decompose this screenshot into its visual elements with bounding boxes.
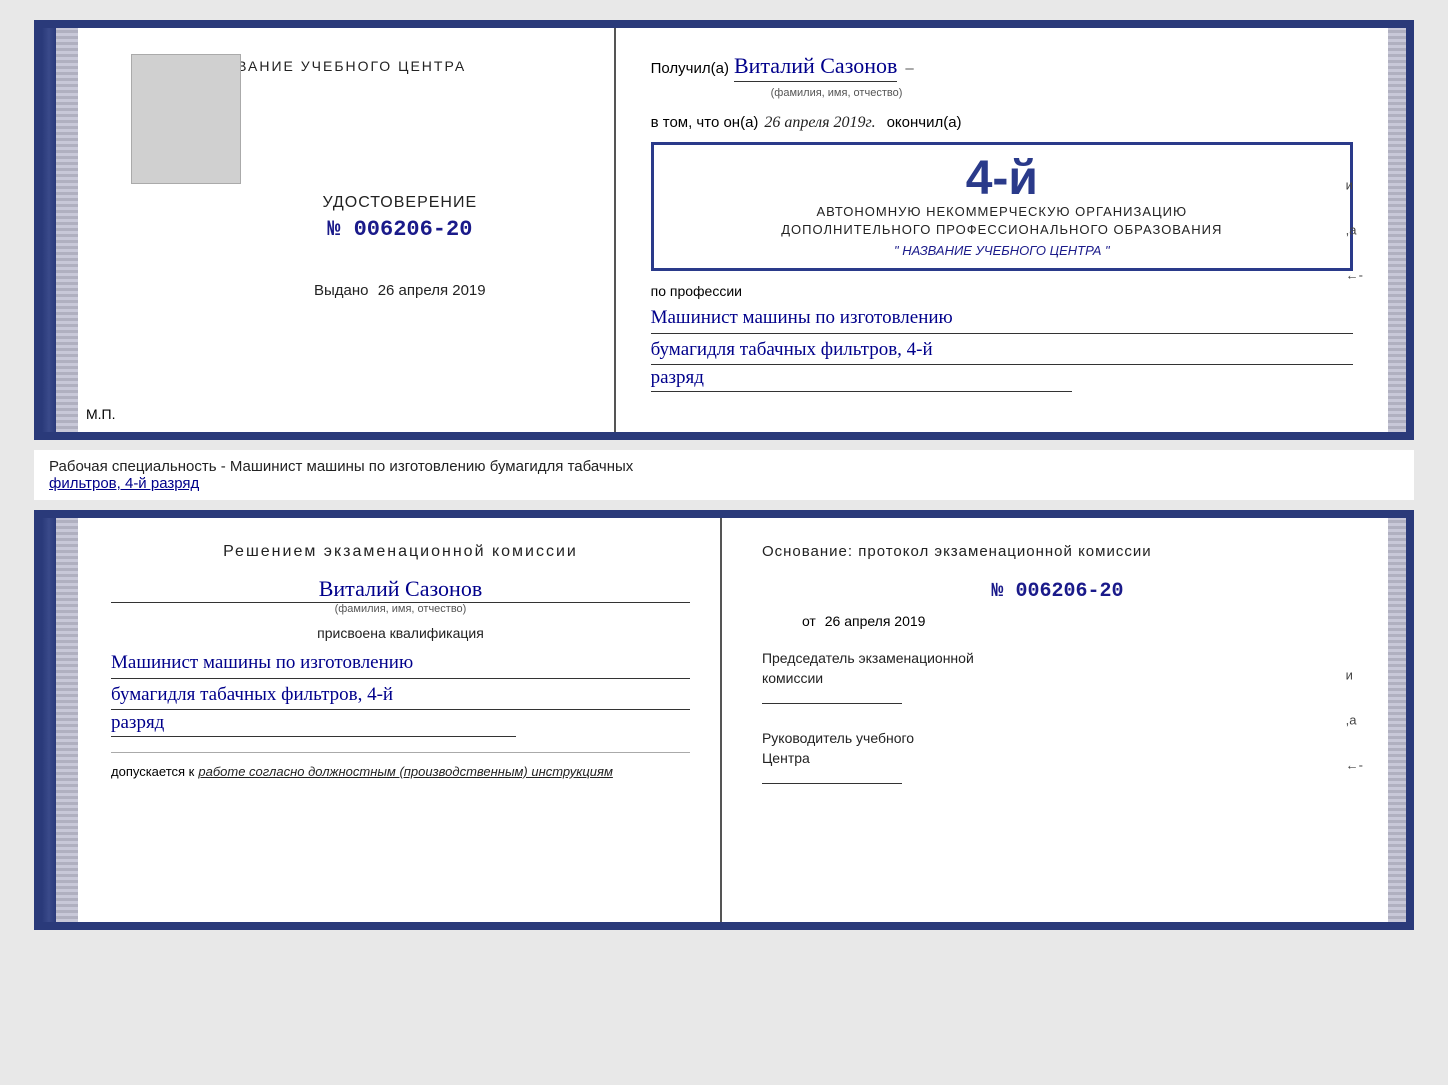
- resheniyem-title: Решением экзаменационной комиссии: [111, 543, 690, 561]
- predsedatel-line1: Председатель экзаменационной: [762, 650, 974, 666]
- predsedatel-label: Председатель экзаменационной комиссии: [762, 649, 1353, 704]
- bottom-right-panel: Основание: протокол экзаменационной коми…: [722, 518, 1388, 922]
- top-cert-outer-right-strip: [1388, 28, 1406, 432]
- stamp-number: 4-й: [669, 155, 1335, 203]
- cert-left-panel: НАЗВАНИЕ УЧЕБНОГО ЦЕНТРА УДОСТОВЕРЕНИЕ №…: [56, 28, 616, 432]
- po-professii: по профессии: [651, 283, 1353, 299]
- cert-spine-left: [42, 28, 56, 432]
- fio-label-top: (фамилия, имя, отчество): [771, 87, 1353, 99]
- rukovoditel-line1: Руководитель учебного: [762, 730, 914, 746]
- side-label-arrow-bottom: ←-: [1346, 758, 1363, 773]
- top-certificate: НАЗВАНИЕ УЧЕБНОГО ЦЕНТРА УДОСТОВЕРЕНИЕ №…: [34, 20, 1414, 440]
- stamp-line2: ДОПОЛНИТЕЛЬНОГО ПРОФЕССИОНАЛЬНОГО ОБРАЗО…: [669, 221, 1335, 239]
- received-line: Получил(а) Виталий Сазонов –: [651, 53, 1353, 82]
- prisvoena-label: присвоена квалификация: [111, 625, 690, 641]
- v-tom-chto: в том, что он(а) 26 апреля 2019г. окончи…: [651, 114, 1353, 132]
- mp-label: М.П.: [86, 406, 116, 422]
- rukovoditel-line2: Центра: [762, 750, 810, 766]
- cert-date: 26 апреля 2019г.: [764, 114, 875, 132]
- bottom-certificate: Решением экзаменационной комиссии Витали…: [34, 510, 1414, 930]
- rukovoditel-signature: [762, 783, 902, 784]
- predsedatel-signature: [762, 703, 902, 704]
- middle-strip: Рабочая специальность - Машинист машины …: [34, 450, 1414, 500]
- bottom-profession-line1: Машинист машины по изготовлению: [111, 649, 690, 679]
- protocol-number: № 006206-20: [762, 580, 1353, 603]
- cert-right-panel: Получил(а) Виталий Сазонов – (фамилия, и…: [616, 28, 1388, 432]
- protocol-date: 26 апреля 2019: [825, 613, 926, 629]
- rukovoditel-label: Руководитель учебного Центра: [762, 729, 1353, 784]
- dopuskaetsya-label: допускается к: [111, 764, 194, 779]
- middle-text: Рабочая специальность - Машинист машины …: [49, 458, 633, 475]
- bottom-cert-outer-right-strip: [1388, 518, 1406, 922]
- bottom-profession-line2: бумагидля табачных фильтров, 4-й: [111, 681, 690, 711]
- vydano-date: 26 апреля 2019: [378, 282, 486, 299]
- side-label-a: ,а: [1346, 223, 1363, 238]
- cert-spine-bottom-left: [42, 518, 56, 922]
- razryad-top: разряд: [651, 367, 1072, 392]
- okonchil-label: окончил(а): [887, 114, 962, 131]
- side-labels-top: и ,а ←-: [1346, 178, 1363, 283]
- vydano-label: Выдано: [314, 282, 369, 299]
- dash-top: –: [905, 60, 913, 77]
- stamp-box: 4-й АВТОНОМНУЮ НЕКОММЕРЧЕСКУЮ ОРГАНИЗАЦИ…: [651, 142, 1353, 271]
- side-label-arrow: ←-: [1346, 268, 1363, 283]
- school-name-label: НАЗВАНИЕ УЧЕБНОГО ЦЕНТРА: [203, 58, 466, 74]
- side-label-i-bottom: и: [1346, 668, 1363, 683]
- cert-number-top: № 006206-20: [322, 217, 477, 242]
- side-label-a-bottom: ,а: [1346, 713, 1363, 728]
- profession-line2: бумагидля табачных фильтров, 4-й: [651, 336, 1353, 366]
- ot-date-line: от 26 апреля 2019: [802, 613, 1353, 629]
- bottom-razryad: разряд: [111, 712, 516, 737]
- photo-placeholder: [131, 54, 241, 184]
- side-labels-bottom: и ,а ←-: [1346, 668, 1363, 773]
- profession-line1: Машинист машины по изготовлению: [651, 304, 1353, 334]
- handwritten-name-top: Виталий Сазонов: [734, 53, 897, 82]
- texture-strip-left: [56, 28, 78, 432]
- fio-label-bottom: (фамилия, имя, отчество): [111, 603, 690, 615]
- v-tom-label: в том, что он(а): [651, 114, 759, 131]
- stamp-line1: АВТОНОМНУЮ НЕКОММЕРЧЕСКУЮ ОРГАНИЗАЦИЮ: [669, 203, 1335, 221]
- udostoverenie-label: УДОСТОВЕРЕНИЕ: [322, 194, 477, 212]
- handwritten-name-bottom: Виталий Сазонов: [111, 576, 690, 603]
- side-label-i: и: [1346, 178, 1363, 193]
- bottom-left-panel: Решением экзаменационной комиссии Витали…: [56, 518, 722, 922]
- middle-underlined: фильтров, 4-й разряд: [49, 475, 199, 492]
- osnovanie-label: Основание: протокол экзаменационной коми…: [762, 543, 1353, 560]
- dopuskaetsya-italic: работе согласно должностным (производств…: [198, 764, 613, 779]
- cert-number-section: УДОСТОВЕРЕНИЕ № 006206-20: [322, 194, 477, 242]
- ot-label: от: [802, 613, 816, 629]
- stamp-line3: " НАЗВАНИЕ УЧЕБНОГО ЦЕНТРА ": [669, 243, 1335, 258]
- predsedatel-line2: комиссии: [762, 670, 823, 686]
- texture-strip-bottom-left: [56, 518, 78, 922]
- poluchil-label: Получил(а): [651, 60, 729, 77]
